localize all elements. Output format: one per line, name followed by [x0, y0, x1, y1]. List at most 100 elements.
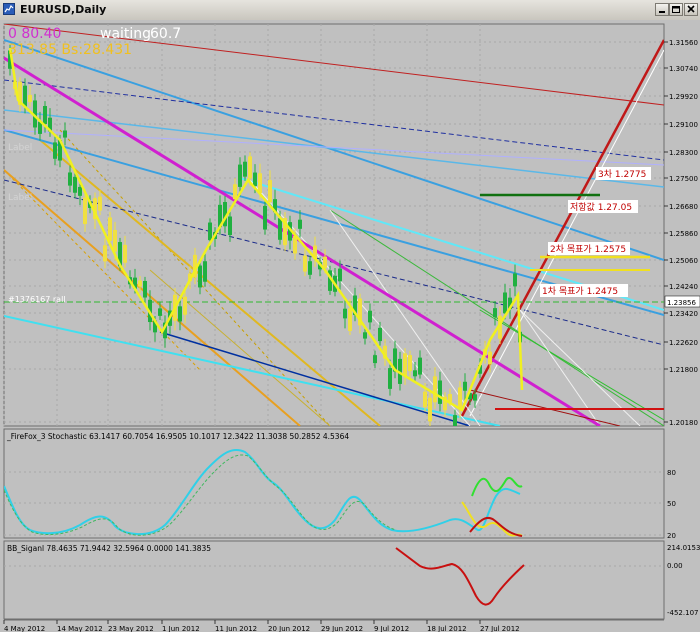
bear-candle: [373, 355, 377, 364]
price-tick-label: 1.22620: [669, 339, 698, 347]
bear-candle: [203, 261, 207, 282]
price-tick-label: 1.30740: [669, 65, 698, 73]
bear-candle: [438, 380, 442, 404]
price-tick-label: 1.29100: [669, 121, 698, 129]
bull-candle: [103, 245, 107, 262]
target-label-2[interactable]: 2차 목표가 1.2575: [548, 242, 630, 255]
bull-candle: [423, 391, 427, 408]
bear-candle: [198, 265, 202, 288]
time-axis[interactable]: 4 May 2012 14 May 2012 23 May 2012 1 Jun 20…: [3, 620, 520, 632]
bear-candle: [493, 308, 497, 317]
target-label-3[interactable]: 3차 1.2775: [596, 167, 651, 180]
stochastic-level-label: 50: [667, 500, 676, 508]
chart-window-icon[interactable]: [3, 3, 15, 15]
price-tick-label: 1.25860: [669, 230, 698, 238]
price-tick-label: 1.21800: [669, 366, 698, 374]
bull-candle: [428, 397, 432, 422]
price-tick-label: 1.29920: [669, 93, 698, 101]
bull-candle: [98, 196, 102, 211]
faded-label: Label: [8, 193, 32, 203]
target-label-2-text: 2차 목표가 1.2575: [550, 243, 626, 255]
bear-candle: [513, 273, 517, 287]
time-axis-label: 1 Jun 2012: [162, 625, 200, 632]
price-tick-label: 1.31560: [669, 39, 698, 47]
bull-candle: [248, 156, 252, 179]
time-axis-label: 11 Jun 2012: [215, 625, 257, 632]
bull-candle: [323, 256, 327, 269]
bear-candle: [503, 292, 507, 314]
overlay-value: 0 80.40: [8, 26, 61, 42]
bull-candle: [123, 244, 127, 263]
stochastic-level-label: 20: [667, 532, 676, 540]
bear-candle: [43, 106, 47, 125]
bull-candle: [183, 296, 187, 315]
bear-candle: [388, 368, 392, 389]
bull-candle: [113, 229, 117, 252]
price-axis[interactable]: 1.31560 1.30740 1.29920 1.29100 1.28300 1.275…: [664, 39, 698, 427]
price-tick-label: 1.27500: [669, 175, 698, 183]
current-price-text: 1.23856: [667, 299, 696, 307]
time-axis-label: 29 Jun 2012: [321, 625, 363, 632]
minimize-button[interactable]: [655, 3, 669, 16]
bear-candle: [278, 218, 282, 240]
bear-candle: [68, 172, 72, 186]
bull-candle: [348, 308, 352, 331]
time-axis-label: 20 Jun 2012: [268, 625, 310, 632]
bb-signal-header: BB_Siganl 78.4635 71.9442 32.5964 0.0000…: [7, 544, 211, 553]
target-label-1[interactable]: 1차 목표가 1.2475: [540, 284, 628, 297]
current-price-tag: 1.23856: [664, 295, 700, 308]
bear-candle: [298, 219, 302, 229]
target-label-3-text: 3차 1.2775: [598, 168, 646, 180]
price-tick-label: 1.25060: [669, 257, 698, 265]
stochastic-level-label: 80: [667, 469, 676, 477]
resistance-label[interactable]: 저항값 1.27.05: [568, 200, 638, 213]
stochastic-header: _FireFox_3 Stochastic 63.1417 60.7054 16…: [6, 432, 349, 441]
time-axis-label: 4 May 2012: [4, 625, 45, 632]
bull-candle: [408, 355, 412, 372]
minimize-icon: [659, 11, 665, 13]
chart-canvas[interactable]: 0 80.40 waiting 60.7 313.85 Bs:28.431 La…: [0, 20, 700, 632]
bear-candle: [378, 327, 382, 342]
overlay-status: waiting: [100, 26, 151, 42]
bull-candle: [458, 387, 462, 410]
bear-candle: [308, 261, 312, 275]
bear-candle: [158, 308, 162, 316]
bull-candle: [233, 184, 237, 200]
bear-candle: [53, 142, 57, 159]
window-titlebar[interactable]: EURUSD,Daily: [0, 0, 700, 21]
bear-candle: [23, 85, 27, 107]
bull-candle: [303, 255, 307, 272]
bear-candle: [143, 280, 147, 298]
price-tick-label: 1.24240: [669, 283, 698, 291]
bear-candle: [473, 394, 477, 401]
close-icon: [687, 5, 695, 13]
time-axis-label: 9 Jul 2012: [374, 625, 409, 632]
bear-candle: [338, 268, 342, 282]
bear-candle: [208, 222, 212, 241]
bb-level-zero: 0.00: [667, 562, 683, 570]
target-label-1-text: 1차 목표가 1.2475: [542, 285, 618, 297]
window-title: EURUSD,Daily: [20, 3, 107, 16]
price-tick-label: 1.20180: [669, 419, 698, 427]
price-tick-label: 1.26680: [669, 203, 698, 211]
time-axis-label: 14 May 2012: [57, 625, 103, 632]
bull-candle: [403, 353, 407, 377]
close-button[interactable]: [684, 3, 698, 16]
bb-level-bottom: -452.107: [667, 609, 698, 617]
bear-candle: [463, 381, 467, 391]
bear-candle: [343, 308, 347, 319]
bear-candle: [63, 130, 67, 138]
stochastic-axis: 80 50 20: [667, 469, 676, 540]
bb-level-top: 214.0153: [667, 544, 700, 552]
resistance-label-text: 저항값 1.27.05: [570, 201, 632, 213]
bull-candle: [433, 376, 437, 403]
overlay-line2: 313.85 Bs:28.431: [8, 42, 132, 58]
overlay-number: 60.7: [150, 26, 181, 42]
bear-candle: [363, 332, 367, 339]
bull-candle: [258, 173, 262, 194]
maximize-button[interactable]: [669, 3, 683, 16]
bear-candle: [238, 164, 242, 187]
time-axis-label: 27 Jul 2012: [480, 625, 520, 632]
bear-candle: [178, 306, 182, 322]
price-tick-label: 1.23420: [669, 310, 698, 318]
